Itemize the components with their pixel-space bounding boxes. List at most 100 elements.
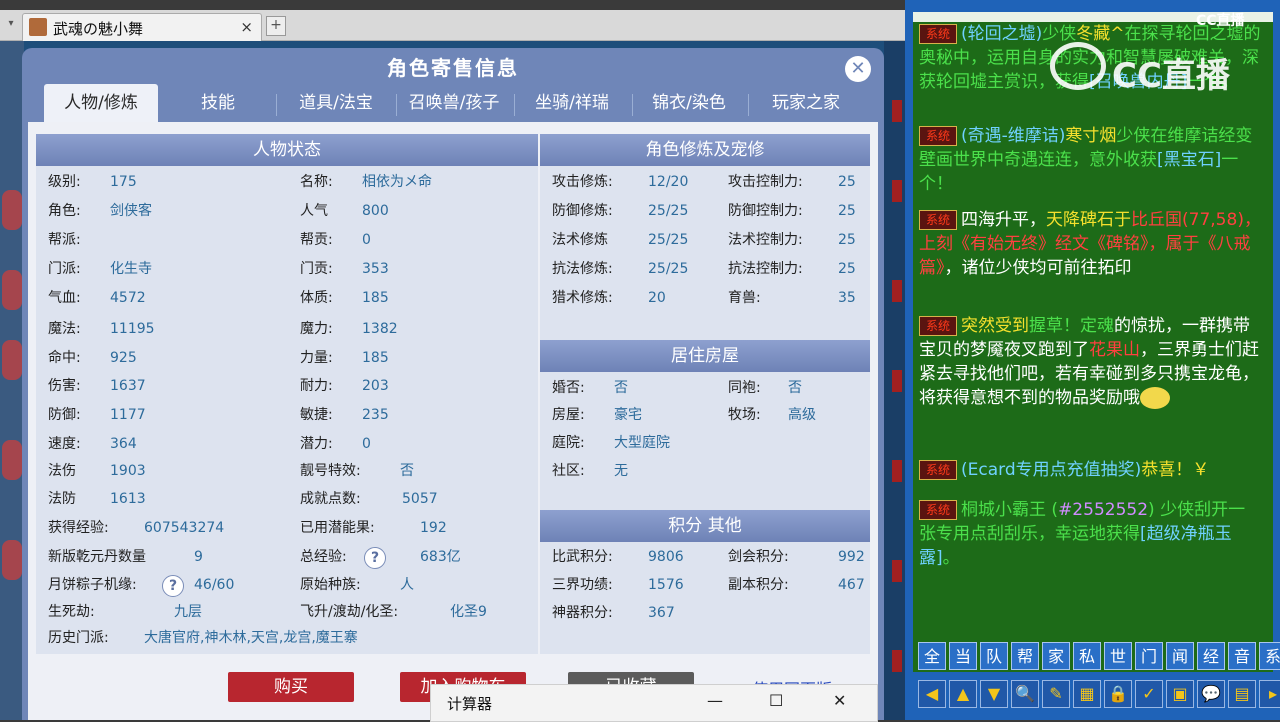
stat-label: 原始种族: xyxy=(300,577,361,593)
dialog-close-button[interactable]: ✕ xyxy=(845,56,871,82)
stat-value: 0 xyxy=(362,232,371,248)
lock-icon[interactable]: 🔒 xyxy=(1104,680,1132,708)
help-icon[interactable]: ? xyxy=(364,547,386,569)
value: 25/25 xyxy=(648,203,689,219)
label: 牧场: xyxy=(728,407,761,423)
chat-text: 冬藏^ xyxy=(1076,24,1125,44)
value: 12/20 xyxy=(648,174,689,190)
cultivation-row: 抗法修炼: 25/25 抗法控制力: 25 xyxy=(552,255,864,283)
window-icon[interactable]: ▣ xyxy=(1166,680,1194,708)
stat-label: 帮派: xyxy=(48,232,81,248)
help-icon[interactable]: ? xyxy=(162,575,184,597)
stat-label: 法伤 xyxy=(48,463,76,479)
chat-text: 恭喜！￥ xyxy=(1141,460,1210,480)
channel-button[interactable]: 经 xyxy=(1197,642,1225,670)
stat-label: 魔力: xyxy=(300,321,333,337)
tab-character[interactable]: 人物/修炼 xyxy=(44,84,158,122)
dialog-title: 角色寄售信息 xyxy=(387,56,519,80)
status-row: 靓号特效: 否 xyxy=(300,457,530,485)
calculator-maximize-button[interactable]: ☐ xyxy=(769,691,783,710)
stat-label: 靓号特效: xyxy=(300,463,361,479)
tab-close-button[interactable]: × xyxy=(240,18,253,36)
calculator-close-button[interactable]: ✕ xyxy=(833,691,846,710)
channel-button[interactable]: 当 xyxy=(949,642,977,670)
label: 猎术修炼: xyxy=(552,290,613,306)
chat-message: 系统 四海升平，天降碑石于比丘国(77,58)，上刻《有始无终》经文《碑铭》，属于… xyxy=(919,208,1261,280)
channel-button[interactable]: 队 xyxy=(980,642,1008,670)
cc-logo-icon xyxy=(1050,42,1106,90)
left-edge-strip xyxy=(0,40,24,720)
tab-dropdown-icon[interactable]: ▾ xyxy=(4,18,18,32)
stat-value: 175 xyxy=(110,174,137,190)
channel-button[interactable]: 家 xyxy=(1042,642,1070,670)
stat-label: 门派: xyxy=(48,261,81,277)
channel-button[interactable]: 世 xyxy=(1104,642,1132,670)
stat-value: 4572 xyxy=(110,290,146,306)
score-row: 比武积分: 9806 剑会积分: 992 xyxy=(552,543,865,571)
grid-icon[interactable]: ▦ xyxy=(1073,680,1101,708)
system-tag: 系统 xyxy=(919,24,958,44)
status-row: 体质: 185 xyxy=(300,284,530,312)
stat-label: 名称: xyxy=(300,174,333,190)
list-icon[interactable]: ▤ xyxy=(1228,680,1256,708)
status-row: 帮贡: 0 xyxy=(300,226,530,254)
history-school-value: 大唐官府,神木林,天宫,龙宫,魔王寨 xyxy=(144,630,358,646)
chat-text: (Ecard专用点充值抽奖) xyxy=(961,460,1142,480)
label: 婚否: xyxy=(552,380,585,396)
brush-icon[interactable]: ✓ xyxy=(1135,680,1163,708)
system-chat-log[interactable]: 系统 (轮回之墟)少侠冬藏^在探寻轮回之墟的奥秘中，运用自身的实力和智慧屡破难关，… xyxy=(913,12,1273,672)
channel-button[interactable]: 全 xyxy=(918,642,946,670)
status-row: 命中: 925 xyxy=(48,344,288,372)
channel-button[interactable]: 闻 xyxy=(1166,642,1194,670)
stat-label: 帮贡: xyxy=(300,232,333,248)
value: 35 xyxy=(838,290,856,306)
history-school-label: 历史门派: xyxy=(48,630,109,646)
stat-value: 1637 xyxy=(110,378,146,394)
stat-label: 法防 xyxy=(48,491,76,507)
chat-text: 寒寸烟 xyxy=(1065,126,1117,146)
channel-button[interactable]: 门 xyxy=(1135,642,1163,670)
status-header: 人物状态 xyxy=(36,134,538,166)
channel-button[interactable]: 帮 xyxy=(1011,642,1039,670)
arrow-up-icon[interactable]: ▲ xyxy=(949,680,977,708)
tab-items[interactable]: 道具/法宝 xyxy=(280,84,392,122)
buy-button[interactable]: 购买 xyxy=(228,672,354,702)
chat-text: 花果山 xyxy=(1089,340,1140,360)
more-icon[interactable]: ▸ xyxy=(1259,680,1280,708)
tab-skills[interactable]: 技能 xyxy=(168,84,268,122)
tab-mounts[interactable]: 坐骑/祥瑞 xyxy=(516,84,628,122)
house-row: 社区: 无 xyxy=(552,457,864,485)
stat-value: 185 xyxy=(362,350,389,366)
stat-label: 防御: xyxy=(48,407,81,423)
arrow-left-icon[interactable]: ◀ xyxy=(918,680,946,708)
label: 抗法控制力: xyxy=(728,261,803,277)
chat-text: 四海升平， xyxy=(961,210,1047,230)
stat-value: 相依为メ命 xyxy=(362,174,432,190)
browser-tab[interactable]: 武魂の魅小舞 × xyxy=(22,13,262,41)
calculator-minimize-button[interactable]: — xyxy=(707,691,723,710)
tab-pets[interactable]: 召唤兽/孩子 xyxy=(398,84,510,122)
note-icon[interactable]: ✎ xyxy=(1042,680,1070,708)
stat-label: 月饼粽子机缘: xyxy=(48,577,137,593)
chat-bubble-icon[interactable]: 💬 xyxy=(1197,680,1225,708)
status-row: 角色: 剑侠客 xyxy=(48,197,288,225)
status-row: 敏捷: 235 xyxy=(300,401,530,429)
tab-outfits[interactable]: 锦衣/染色 xyxy=(634,84,744,122)
arrow-down-icon[interactable]: ▼ xyxy=(980,680,1008,708)
stat-label: 潜力: xyxy=(300,436,333,452)
stat-label: 门贡: xyxy=(300,261,333,277)
value: 否 xyxy=(614,380,628,396)
channel-button[interactable]: 系 xyxy=(1259,642,1280,670)
stat-label: 级别: xyxy=(48,174,81,190)
search-icon[interactable]: 🔍 xyxy=(1011,680,1039,708)
tab-home[interactable]: 玩家之家 xyxy=(750,84,862,122)
watermark-text: CC直播 xyxy=(1112,56,1230,96)
channel-button[interactable]: 音 xyxy=(1228,642,1256,670)
label: 同袍: xyxy=(728,380,761,396)
stat-label: 角色: xyxy=(48,203,81,219)
channel-button[interactable]: 私 xyxy=(1073,642,1101,670)
calculator-window[interactable]: 计算器 — ☐ ✕ xyxy=(430,684,878,722)
status-row: 帮派: xyxy=(48,226,288,254)
status-row: 获得经验: 607543274 xyxy=(48,514,288,542)
new-tab-button[interactable]: + xyxy=(266,16,286,36)
